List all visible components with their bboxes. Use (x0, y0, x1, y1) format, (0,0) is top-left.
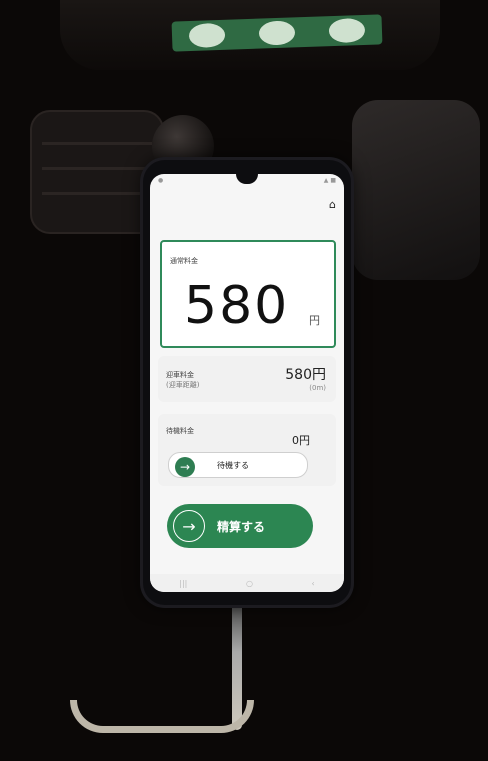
pickup-fare-card: 迎車料金 (迎車距離) 580円 (0m) (158, 356, 336, 402)
car-interior-scene: ● ▲ ■ ⌂ 通常料金 580 円 迎車料金 (迎車距離) 580円 (0m) … (0, 0, 488, 761)
arrow-right-icon: → (175, 457, 195, 477)
wait-button[interactable]: → 待機する (168, 452, 308, 478)
pickup-fare-label: 迎車料金 (166, 371, 194, 379)
nav-bar: ||| ○ ‹ (150, 574, 344, 592)
recent-apps-icon[interactable]: ||| (179, 579, 187, 588)
waiting-fare-value: 0円 (292, 434, 310, 447)
smartphone: ● ▲ ■ ⌂ 通常料金 580 円 迎車料金 (迎車距離) 580円 (0m) … (143, 160, 351, 605)
pickup-fare-value: 580円 (285, 367, 326, 383)
pickup-distance-label: (迎車距離) (166, 381, 200, 389)
regular-fare-card: 通常料金 580 円 (160, 240, 336, 348)
arrow-right-icon: → (173, 510, 205, 542)
waiting-fare-label: 待機料金 (166, 427, 194, 435)
charging-cable-loop (70, 700, 254, 733)
pickup-distance-value: (0m) (309, 384, 326, 392)
settle-button-label: 精算する (217, 520, 266, 534)
gear-shifter (352, 100, 480, 280)
regular-fare-value: 580 (184, 276, 290, 336)
wait-button-label: 待機する (217, 461, 249, 470)
home-icon[interactable]: ⌂ (329, 198, 336, 211)
settle-button[interactable]: → 精算する (167, 504, 313, 548)
currency-label: 円 (309, 314, 320, 327)
back-icon[interactable]: ‹ (311, 579, 314, 588)
phone-screen: ● ▲ ■ ⌂ 通常料金 580 円 迎車料金 (迎車距離) 580円 (0m) … (150, 174, 344, 592)
regular-fare-label: 通常料金 (170, 257, 198, 265)
waiting-fare-card: 待機料金 0円 → 待機する (158, 414, 336, 486)
home-nav-icon[interactable]: ○ (246, 579, 253, 588)
